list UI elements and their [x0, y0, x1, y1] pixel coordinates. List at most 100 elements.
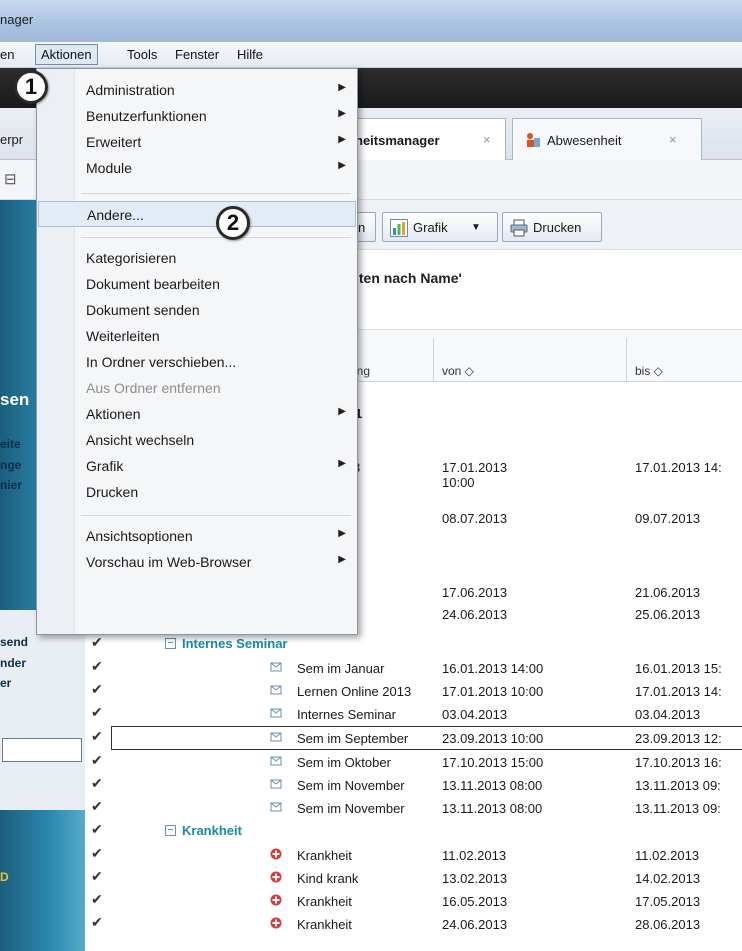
window-title: nager	[0, 12, 34, 27]
menu-item-erweitert[interactable]: Erweitert ▶	[38, 129, 356, 155]
tab-left-fragment[interactable]: erpr	[0, 132, 23, 147]
table-row-selected[interactable]: ✔ Sem im September 23.09.2013 10:00 23.0…	[91, 726, 742, 750]
menu-item-label: Kategorisieren	[86, 250, 177, 266]
column-von[interactable]: von ◇	[442, 364, 474, 378]
cell-name: Krankheit	[297, 848, 352, 863]
check-icon: ✔	[91, 821, 103, 837]
menu-item-ansicht-wechseln[interactable]: Ansicht wechseln	[38, 427, 356, 453]
menu-item-label: Drucken	[86, 484, 139, 500]
collapse-icon[interactable]: −	[165, 825, 176, 836]
group-label: Krankheit	[182, 823, 242, 838]
menu-item-aktionen[interactable]: Aktionen ▶	[38, 401, 356, 427]
menu-item-in-ordner-verschieben[interactable]: In Ordner verschieben...	[38, 349, 356, 375]
sidebar-label[interactable]: eite	[0, 437, 21, 451]
menu-item-dokument-senden[interactable]: Dokument senden	[38, 297, 356, 323]
cell-name: Sem im Januar	[297, 661, 385, 676]
chevron-right-icon: ▶	[338, 134, 346, 145]
tab-abwesenheit[interactable]: Abwesenheit ×	[512, 118, 702, 160]
menu-item-label: Dokument bearbeiten	[86, 276, 220, 292]
group-row[interactable]: ✔ − Krankheit	[85, 820, 742, 842]
cell-bis: 11.02.2013	[635, 848, 700, 863]
close-icon[interactable]: ×	[483, 132, 491, 147]
window-titlebar: nager	[0, 0, 742, 42]
cell-bis: 16.01.2013 15:	[635, 661, 722, 676]
menu-item-dokument-bearbeiten[interactable]: Dokument bearbeiten	[38, 271, 356, 297]
chevron-right-icon: ▶	[338, 82, 346, 93]
collapse-icon[interactable]: −	[165, 638, 176, 649]
cell-von: 24.06.2013	[442, 917, 508, 932]
drucken-button[interactable]: Drucken	[502, 212, 602, 242]
menu-item-module[interactable]: Module ▶	[38, 155, 356, 181]
tab-label: Abwesenheit	[547, 133, 622, 148]
menu-item-grafik[interactable]: Grafik ▶	[38, 453, 356, 479]
medical-cross-icon	[270, 871, 282, 883]
menu-aktionen[interactable]: Aktionen	[35, 44, 98, 65]
check-icon: ✔	[91, 634, 103, 650]
sidebar-label: D	[0, 870, 9, 884]
menu-item-andere[interactable]: Andere...	[38, 201, 356, 227]
chevron-right-icon: ▶	[338, 458, 346, 469]
menu-item-drucken[interactable]: Drucken	[38, 479, 356, 505]
chevron-down-icon: ▼	[471, 222, 481, 233]
check-icon: ✔	[91, 868, 103, 884]
cell-name: Sem im November	[297, 778, 405, 793]
menu-item-vorschau-im-web-browser[interactable]: Vorschau im Web-Browser ▶	[38, 549, 356, 575]
menu-item-weiterleiten[interactable]: Weiterleiten	[38, 323, 356, 349]
menu-item-kategorisieren[interactable]: Kategorisieren	[38, 245, 356, 271]
cell-von: 08.07.2013	[442, 511, 508, 526]
table-row[interactable]: ✔ Krankheit 11.02.2013 11.02.2013	[85, 844, 742, 866]
printer-icon	[510, 219, 528, 240]
sidebar-label[interactable]: nier	[0, 478, 22, 492]
chart-icon	[390, 219, 408, 240]
menu-item-benutzerfunktionen[interactable]: Benutzerfunktionen ▶	[38, 103, 356, 129]
column-bis[interactable]: bis ◇	[635, 364, 663, 378]
calendar-icon[interactable]: ⊟	[4, 170, 17, 188]
check-icon: ✔	[91, 752, 103, 768]
table-row[interactable]: ✔ Lernen Online 2013 17.01.2013 10:00 17…	[85, 680, 742, 702]
menu-item-label: Benutzerfunktionen	[86, 108, 207, 124]
cell-name: Lernen Online 2013	[297, 684, 412, 699]
table-row[interactable]: ✔ Sem im November 13.11.2013 08:00 13.11…	[85, 774, 742, 796]
menu-item-label: Erweitert	[86, 134, 142, 150]
cell-bis: 13.11.2013 09:	[635, 801, 721, 816]
menubar: en Aktionen Tools Fenster Hilfe	[0, 42, 742, 68]
menu-en[interactable]: en	[0, 47, 14, 62]
menu-item-administration[interactable]: Administration ▶	[38, 77, 356, 103]
menu-fenster[interactable]: Fenster	[175, 47, 219, 62]
cell-von: 16.05.2013	[442, 894, 508, 909]
menu-item-label: Vorschau im Web-Browser	[86, 554, 252, 570]
menu-hilfe[interactable]: Hilfe	[237, 47, 263, 62]
table-row[interactable]: ✔ Sem im Oktober 17.10.2013 15:00 17.10.…	[85, 751, 742, 773]
check-icon: ✔	[91, 681, 103, 697]
sidebar-label[interactable]: nder	[0, 656, 26, 670]
table-row[interactable]: ✔ Sem im November 13.11.2013 08:00 13.11…	[85, 797, 742, 819]
cell-bis: 13.11.2013 09:	[635, 778, 721, 793]
sidebar-input[interactable]	[2, 738, 82, 762]
tab-arbeitsmanager[interactable]: heitsmanager ×	[346, 118, 506, 160]
sidebar-label[interactable]: er	[0, 676, 11, 690]
document-icon	[270, 661, 282, 673]
table-row[interactable]: ✔ Kind krank 13.02.2013 14.02.2013	[85, 867, 742, 889]
group-row[interactable]: ✔ − Internes Seminar	[85, 633, 742, 655]
grafik-button[interactable]: Grafik ▼	[382, 212, 498, 242]
chevron-right-icon: ▶	[338, 160, 346, 171]
user-away-icon	[525, 132, 541, 148]
table-row[interactable]: ✔ Krankheit 16.05.2013 17.05.2013	[85, 890, 742, 912]
table-row[interactable]: ✔ Krankheit 24.06.2013 28.06.2013	[85, 913, 742, 935]
medical-cross-icon	[270, 917, 282, 929]
sidebar-label[interactable]: nge	[0, 458, 21, 472]
cell-name: Krankheit	[297, 917, 352, 932]
close-icon[interactable]: ×	[669, 132, 677, 147]
menu-tools[interactable]: Tools	[127, 47, 157, 62]
column-divider	[626, 338, 627, 382]
medical-cross-icon	[270, 848, 282, 860]
step-badge-1: 1	[14, 70, 48, 104]
sidebar-label[interactable]: send	[0, 635, 28, 649]
cell-bis: 25.06.2013	[635, 607, 701, 622]
column-divider	[433, 338, 434, 382]
cell-bis: 03.04.2013	[635, 707, 701, 722]
table-row[interactable]: ✔ Internes Seminar 03.04.2013 03.04.2013	[85, 703, 742, 725]
table-row[interactable]: ✔ Sem im Januar 16.01.2013 14:00 16.01.2…	[85, 657, 742, 679]
menu-item-ansichtsoptionen[interactable]: Ansichtsoptionen ▶	[38, 523, 356, 549]
menu-item-label: In Ordner verschieben...	[86, 354, 237, 370]
